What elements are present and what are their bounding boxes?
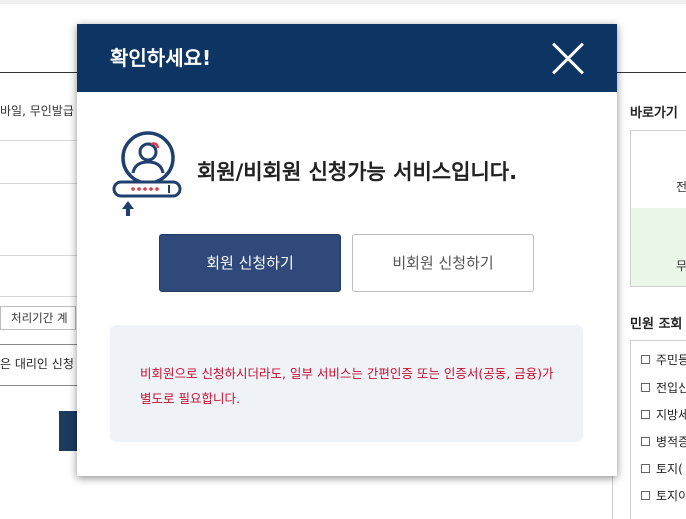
civil-inquiry-list: 주민등 전입신 지방세 병적증 토지( 토지이 bbox=[630, 340, 686, 519]
checkbox-icon bbox=[641, 490, 650, 500]
list-item[interactable]: 주민등 bbox=[641, 351, 686, 367]
list-item[interactable]: 병적증 bbox=[641, 433, 686, 449]
shortcut-text-2: 무 bbox=[676, 259, 686, 273]
checkbox-icon bbox=[641, 463, 650, 473]
section-divider-right bbox=[616, 72, 686, 73]
bg-divider bbox=[0, 183, 78, 184]
guest-apply-button[interactable]: 비회원 신청하기 bbox=[352, 234, 534, 292]
list-item[interactable]: 지방세 bbox=[641, 406, 686, 422]
checkbox-icon bbox=[641, 436, 650, 446]
list-item[interactable]: 토지( bbox=[641, 460, 683, 476]
checkbox-icon bbox=[641, 382, 650, 392]
close-icon[interactable] bbox=[549, 39, 589, 79]
shortcut-title: 바로가기 bbox=[630, 106, 678, 121]
checkbox-icon bbox=[641, 409, 650, 419]
dialog-title: 확인하세요! bbox=[110, 46, 212, 70]
shortcut-highlight bbox=[631, 208, 686, 286]
bg-apply-button[interactable] bbox=[59, 411, 78, 451]
dialog-header: 확인하세요! bbox=[77, 24, 617, 92]
checkbox-icon bbox=[641, 354, 650, 364]
shortcut-box[interactable]: 전 무 bbox=[630, 130, 686, 287]
section-divider-left bbox=[0, 72, 78, 73]
bg-text-proxy: 은 대리인 신청 bbox=[0, 344, 78, 386]
notice-text: 비회원으로 신청하시더라도, 일부 서비스는 간편인증 또는 인증서(공동, 금… bbox=[140, 366, 554, 406]
processing-period-button[interactable]: 처리기간 계 bbox=[0, 306, 76, 330]
member-apply-button[interactable]: 회원 신청하기 bbox=[159, 234, 341, 292]
bg-text-mobile: 바일, 무인발급 bbox=[0, 104, 74, 118]
shortcut-text-1: 전 bbox=[676, 180, 686, 194]
confirm-dialog: 확인하세요! 회원/비회원 신청가능 서비스입니다. 회원 신청하기 비회원 신… bbox=[77, 24, 617, 476]
bg-divider bbox=[0, 255, 78, 256]
bg-divider bbox=[0, 140, 78, 141]
notice-box: 비회원으로 신청하시더라도, 일부 서비스는 간편인증 또는 인증서(공동, 금… bbox=[110, 325, 583, 442]
civil-inquiry-title: 민원 조회 bbox=[630, 317, 683, 332]
user-login-icon bbox=[112, 131, 182, 216]
list-item[interactable]: 전입신 bbox=[641, 379, 686, 395]
top-divider bbox=[0, 0, 686, 4]
list-item[interactable]: 토지이 bbox=[641, 487, 686, 503]
dialog-message: 회원/비회원 신청가능 서비스입니다. bbox=[197, 160, 518, 184]
bg-divider bbox=[0, 296, 78, 297]
